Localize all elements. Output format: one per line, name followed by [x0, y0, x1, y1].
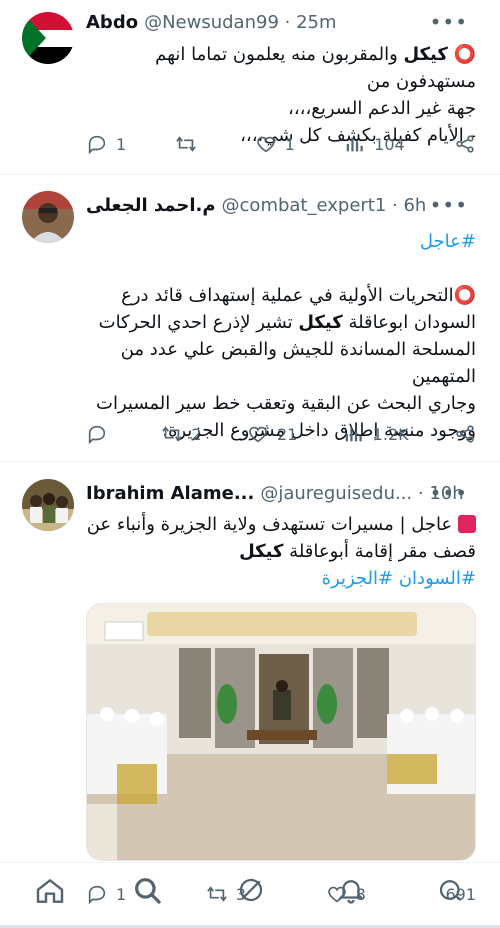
views-count: 691	[445, 884, 476, 904]
heart-icon	[256, 136, 275, 153]
separator: ·	[386, 194, 404, 216]
avatar-sudan-flag[interactable]	[22, 12, 74, 64]
text-fragment: السودان ابوعاقلة	[342, 312, 476, 333]
tweet-photo[interactable]	[86, 603, 476, 861]
tweet-3[interactable]: Ibrahim Alame... @jaureguisedu... · 10h …	[0, 463, 500, 863]
separator: ·	[278, 11, 297, 33]
retweet-count: 3	[235, 884, 246, 904]
reply-icon	[88, 425, 106, 445]
retweet-button[interactable]: 3	[206, 883, 246, 905]
handle[interactable]: @combat_expert1	[222, 195, 387, 216]
more-options-icon[interactable]: •••	[430, 10, 468, 34]
text-line: المسلحة المساندة للجيش والقبض علي عدد من…	[120, 339, 476, 387]
retweet-count: 2	[191, 424, 202, 444]
red-circle-icon: ⭕	[453, 285, 476, 306]
action-bar: 2 21 1.2K	[86, 420, 476, 448]
text-line: ⭕ كيكل والمقربون منه يعلمون تماما انهم م…	[86, 41, 476, 95]
retweet-button[interactable]: 2	[161, 423, 202, 445]
text-fragment: قصف مقر إقامة أبوعاقلة	[283, 541, 476, 562]
retweet-icon	[176, 136, 197, 152]
views-count: 104	[374, 134, 405, 154]
heart-icon	[327, 886, 346, 903]
text-fragment: تشير لإذرع احدي الحركات	[98, 312, 299, 333]
like-count: 8	[355, 884, 366, 904]
text-fragment: التحريات الأولية في عملية إستهداف قائد د…	[121, 285, 454, 306]
views-icon	[346, 137, 363, 152]
share-icon	[456, 135, 474, 153]
bold-keyword: كيكل	[403, 44, 448, 65]
timestamp[interactable]: 25m	[296, 12, 336, 33]
display-name[interactable]: Abdo	[86, 12, 138, 33]
text-line: السودان ابوعاقلة كيكل تشير لإذرع احدي ال…	[86, 309, 476, 336]
timestamp[interactable]: 6h	[403, 195, 426, 216]
bold-keyword: كيكل	[239, 541, 284, 562]
tweet-3-action-bar: 1 3 8 691	[86, 883, 476, 905]
views-button[interactable]: 1.2K	[343, 423, 409, 445]
separator: ·	[412, 482, 430, 504]
display-name[interactable]: Ibrahim Alame...	[86, 483, 254, 504]
tweet-header: Ibrahim Alame... @jaureguisedu... · 10h …	[86, 481, 484, 505]
like-button[interactable]: 21	[247, 423, 297, 445]
text-line: وجاري البحث عن البقية وتعقب خط سير المسي…	[96, 393, 476, 414]
tweet-1[interactable]: Abdo @Newsudan99 · 25m ••• ⭕ كيكل والمقر…	[0, 0, 500, 175]
tweet-header: Abdo @Newsudan99 · 25m •••	[86, 10, 484, 34]
bold-keyword: كيكل	[298, 312, 343, 333]
retweet-icon	[206, 886, 227, 902]
home-icon[interactable]	[34, 875, 66, 907]
like-button[interactable]: 8	[326, 883, 366, 905]
reply-icon	[88, 885, 106, 905]
tweet-2[interactable]: م.احمد الجعلى @combat_expert1 · 6h ••• #…	[0, 176, 500, 462]
avatar-photo[interactable]	[22, 191, 74, 243]
retweet-icon	[162, 426, 183, 442]
like-count: 1	[284, 134, 295, 154]
tweet-header: م.احمد الجعلى @combat_expert1 · 6h •••	[86, 193, 484, 217]
reply-button[interactable]: 1	[86, 883, 126, 905]
reply-count: 1	[116, 134, 127, 154]
reply-button[interactable]: 1	[86, 133, 126, 155]
views-count: 1.2K	[372, 424, 409, 444]
share-button[interactable]	[454, 423, 476, 445]
views-button[interactable]: 691	[445, 885, 476, 904]
tweet-text: #عاجل ⭕التحريات الأولية في عملية إستهداف…	[86, 228, 476, 444]
tweet-text: عاجل | مسيرات تستهدف ولاية الجزيرة وأنبا…	[86, 511, 476, 592]
action-bar: 1 1 104	[86, 130, 476, 158]
text-fragment: عاجل | مسيرات تستهدف ولاية الجزيرة وأنبا…	[86, 514, 453, 535]
retweet-button[interactable]	[175, 133, 205, 155]
text-line: قصف مقر إقامة أبوعاقلة كيكل	[86, 538, 476, 565]
more-options-icon[interactable]: •••	[430, 193, 468, 217]
display-name[interactable]: م.احمد الجعلى	[86, 195, 216, 216]
text-line: عاجل | مسيرات تستهدف ولاية الجزيرة وأنبا…	[86, 511, 476, 538]
more-options-icon[interactable]: •••	[430, 481, 468, 505]
handle[interactable]: @jaureguisedu...	[260, 483, 412, 504]
share-icon	[456, 425, 474, 443]
reply-count: 1	[116, 884, 127, 904]
handle[interactable]: @Newsudan99	[144, 12, 279, 33]
bottom-navigation-bar: 1 3 8 691	[0, 862, 500, 928]
hashtag-link[interactable]: #عاجل	[86, 228, 476, 255]
text-line: جهة غير الدعم السريع،،،،	[288, 98, 476, 119]
text-line: ⭕التحريات الأولية في عملية إستهداف قائد …	[86, 282, 476, 309]
reply-button[interactable]	[86, 423, 116, 445]
hashtag-links[interactable]: #السودان #الجزيرة	[86, 565, 476, 592]
red-circle-icon: ⭕	[453, 44, 476, 65]
like-button[interactable]: 1	[255, 133, 295, 155]
reply-icon	[88, 135, 106, 155]
avatar-group-photo[interactable]	[22, 479, 74, 531]
share-button[interactable]	[454, 133, 476, 155]
views-icon	[345, 427, 362, 442]
heart-icon	[249, 426, 267, 443]
siren-icon	[458, 515, 476, 533]
views-button[interactable]: 104	[344, 133, 405, 155]
like-count: 21	[276, 424, 298, 444]
